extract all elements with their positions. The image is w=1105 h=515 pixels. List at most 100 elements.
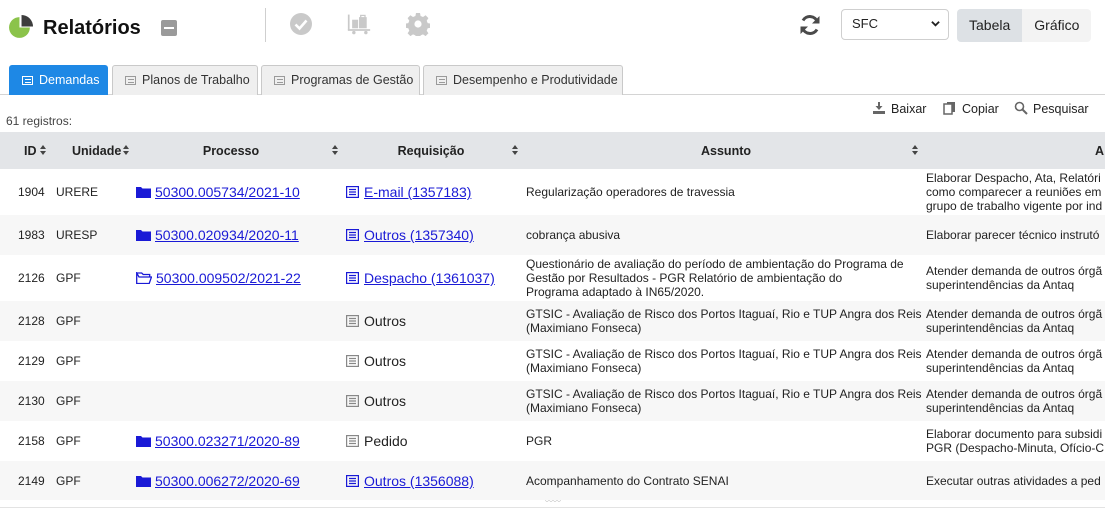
folder-icon (136, 436, 151, 447)
cell-activity: Atender demanda de outros órgã superinten… (926, 381, 1105, 421)
request-label: Despacho (1361037) (364, 270, 495, 286)
luggage-cart-icon[interactable] (347, 12, 371, 36)
request-text: Pedido (346, 433, 408, 449)
cell-subject: GTSIC - Avaliação de Risco dos Portos It… (526, 301, 926, 341)
folder-open-icon (136, 272, 152, 284)
download-button[interactable]: Baixar (872, 100, 932, 118)
table-view-button[interactable]: Tabela (957, 9, 1023, 42)
table-row[interactable]: 1983 URESP 50300.020934/2020-11 Outros (135… (0, 215, 1105, 255)
cell-activity: Elaborar documento para subsidi PGR (Desp… (926, 421, 1105, 461)
cell-subject: Regularização operadores de travessia (526, 169, 926, 215)
sort-icon (512, 145, 518, 155)
subject-line: Programa adaptado à IN65/2020. (526, 285, 705, 299)
tab-label: Programas de Gestão (291, 73, 414, 87)
chart-view-button[interactable]: Gráfico (1022, 9, 1092, 42)
tab-label: Demandas (39, 73, 100, 87)
activity-line: como comparecer a reuniões em (926, 185, 1102, 199)
process-link[interactable]: 50300.009502/2021-22 (136, 270, 301, 286)
activity-line: Atender demanda de outros órgã (926, 347, 1103, 361)
gear-icon[interactable] (406, 12, 430, 36)
subject-line: PGR (526, 434, 553, 448)
cell-unit: URERE (56, 185, 99, 199)
subject-line: (Maximiano Fonseca) (526, 401, 642, 415)
activity-line: Atender demanda de outros órgã (926, 264, 1103, 278)
process-link[interactable]: 50300.006272/2020-69 (136, 473, 300, 489)
process-number: 50300.006272/2020-69 (155, 473, 300, 489)
cell-activity: Atender demanda de outros órgã superinten… (926, 301, 1105, 341)
cell-id: 1904 (18, 185, 45, 199)
document-list-icon (346, 315, 359, 327)
cell-activity: Atender demanda de outros órgã superinten… (926, 255, 1105, 301)
toolbar: Relatórios SFC Tabela Gráfico (0, 0, 1105, 56)
cell-process: 50300.009502/2021-22 (136, 255, 346, 301)
table-row[interactable]: 2158 GPF 50300.023271/2020-89 Pedido PGR Elab… (0, 421, 1105, 461)
search-button[interactable]: Pesquisar (1014, 100, 1099, 118)
col-header-atividade[interactable]: A (926, 132, 1105, 169)
cell-activity: Elaborar Despacho, Ata, Relatóri como com… (926, 169, 1105, 215)
tab-label: Planos de Trabalho (142, 73, 250, 87)
toolbar-divider (265, 8, 266, 42)
cell-process: 50300.023271/2020-89 (136, 421, 346, 461)
cell-unit: GPF (56, 354, 81, 368)
cell-request: Outros (346, 341, 526, 381)
request-label: E-mail (1357183) (364, 184, 472, 200)
cell-id: 2128 (18, 314, 45, 328)
request-link[interactable]: Outros (1356088) (346, 473, 474, 489)
cell-subject: Questionário de avaliação do período de … (526, 255, 926, 301)
col-header-id[interactable]: ID (0, 132, 56, 169)
copy-label: Copiar (962, 102, 999, 116)
sort-icon (332, 145, 338, 155)
unit-select[interactable]: SFC (841, 9, 949, 40)
table-row[interactable]: 2129 GPF Outros GTSIC - Avaliação de Risco … (0, 341, 1105, 381)
download-label: Baixar (891, 102, 927, 116)
cell-subject: GTSIC - Avaliação de Risco dos Portos It… (526, 341, 926, 381)
subject-line: (Maximiano Fonseca) (526, 361, 642, 375)
process-link[interactable]: 50300.020934/2020-11 (136, 227, 299, 243)
document-list-icon (346, 229, 359, 241)
cell-request: Outros (346, 301, 526, 341)
subject-line: GTSIC - Avaliação de Risco dos Portos It… (526, 387, 922, 401)
cell-id: 2129 (18, 354, 45, 368)
request-link[interactable]: Outros (1357340) (346, 227, 474, 243)
cell-process: 50300.020934/2020-11 (136, 215, 346, 255)
cell-request: E-mail (1357183) (346, 169, 526, 215)
col-header-processo[interactable]: Processo (136, 132, 346, 169)
cell-process (136, 301, 346, 341)
table-row[interactable]: 2126 GPF 50300.009502/2021-22 Despacho (136… (0, 255, 1105, 301)
table-row[interactable]: 2130 GPF Outros GTSIC - Avaliação de Risco … (0, 381, 1105, 421)
collapse-button[interactable] (161, 20, 177, 36)
tab-desempenho-e-produtividade[interactable]: Desempenho e Produtividade (423, 65, 623, 95)
request-link[interactable]: Despacho (1361037) (346, 270, 495, 286)
tab-demandas[interactable]: Demandas (9, 65, 108, 95)
cell-id: 2149 (18, 474, 45, 488)
tab-programas-de-gestao[interactable]: Programas de Gestão (261, 65, 420, 95)
search-label: Pesquisar (1033, 102, 1089, 116)
sort-icon (40, 145, 46, 155)
process-link[interactable]: 50300.023271/2020-89 (136, 433, 300, 449)
col-header-unidade[interactable]: Unidade (56, 132, 136, 169)
cell-id: 1983 (18, 228, 45, 242)
table-row[interactable]: 2128 GPF Outros GTSIC - Avaliação de Risco … (0, 301, 1105, 341)
cell-unit: GPF (56, 394, 81, 408)
activity-line: Elaborar parecer técnico instrutó (926, 228, 1100, 242)
subject-line: GTSIC - Avaliação de Risco dos Portos It… (526, 347, 922, 361)
request-link[interactable]: E-mail (1357183) (346, 184, 471, 200)
tab-planos-de-trabalho[interactable]: Planos de Trabalho (112, 65, 258, 95)
refresh-icon[interactable] (798, 13, 822, 37)
process-link[interactable]: 50300.005734/2021-10 (136, 184, 300, 200)
copy-button[interactable]: Copiar (943, 100, 1003, 118)
table-row[interactable]: 2149 GPF 50300.006272/2020-69 Outros (13560… (0, 461, 1105, 500)
cell-id: 2126 (18, 271, 45, 285)
table-row[interactable]: 1904 URERE 50300.005734/2021-10 E-mail (135… (0, 169, 1105, 215)
sort-icon (123, 145, 129, 155)
cell-subject: cobrança abusiva (526, 215, 926, 255)
cell-request: Pedido (346, 421, 526, 461)
col-header-assunto[interactable]: Assunto (526, 132, 926, 169)
resize-grip[interactable]: 〰〰 (540, 498, 566, 506)
unit-select-value: SFC (852, 16, 878, 31)
activity-line: Atender demanda de outros órgã (926, 307, 1103, 321)
activity-line: grupo de trabalho vigente por ind (926, 199, 1103, 213)
check-circle-icon[interactable] (289, 12, 313, 36)
col-header-requisicao[interactable]: Requisição (346, 132, 526, 169)
cell-activity: Elaborar parecer técnico instrutó (926, 215, 1105, 255)
